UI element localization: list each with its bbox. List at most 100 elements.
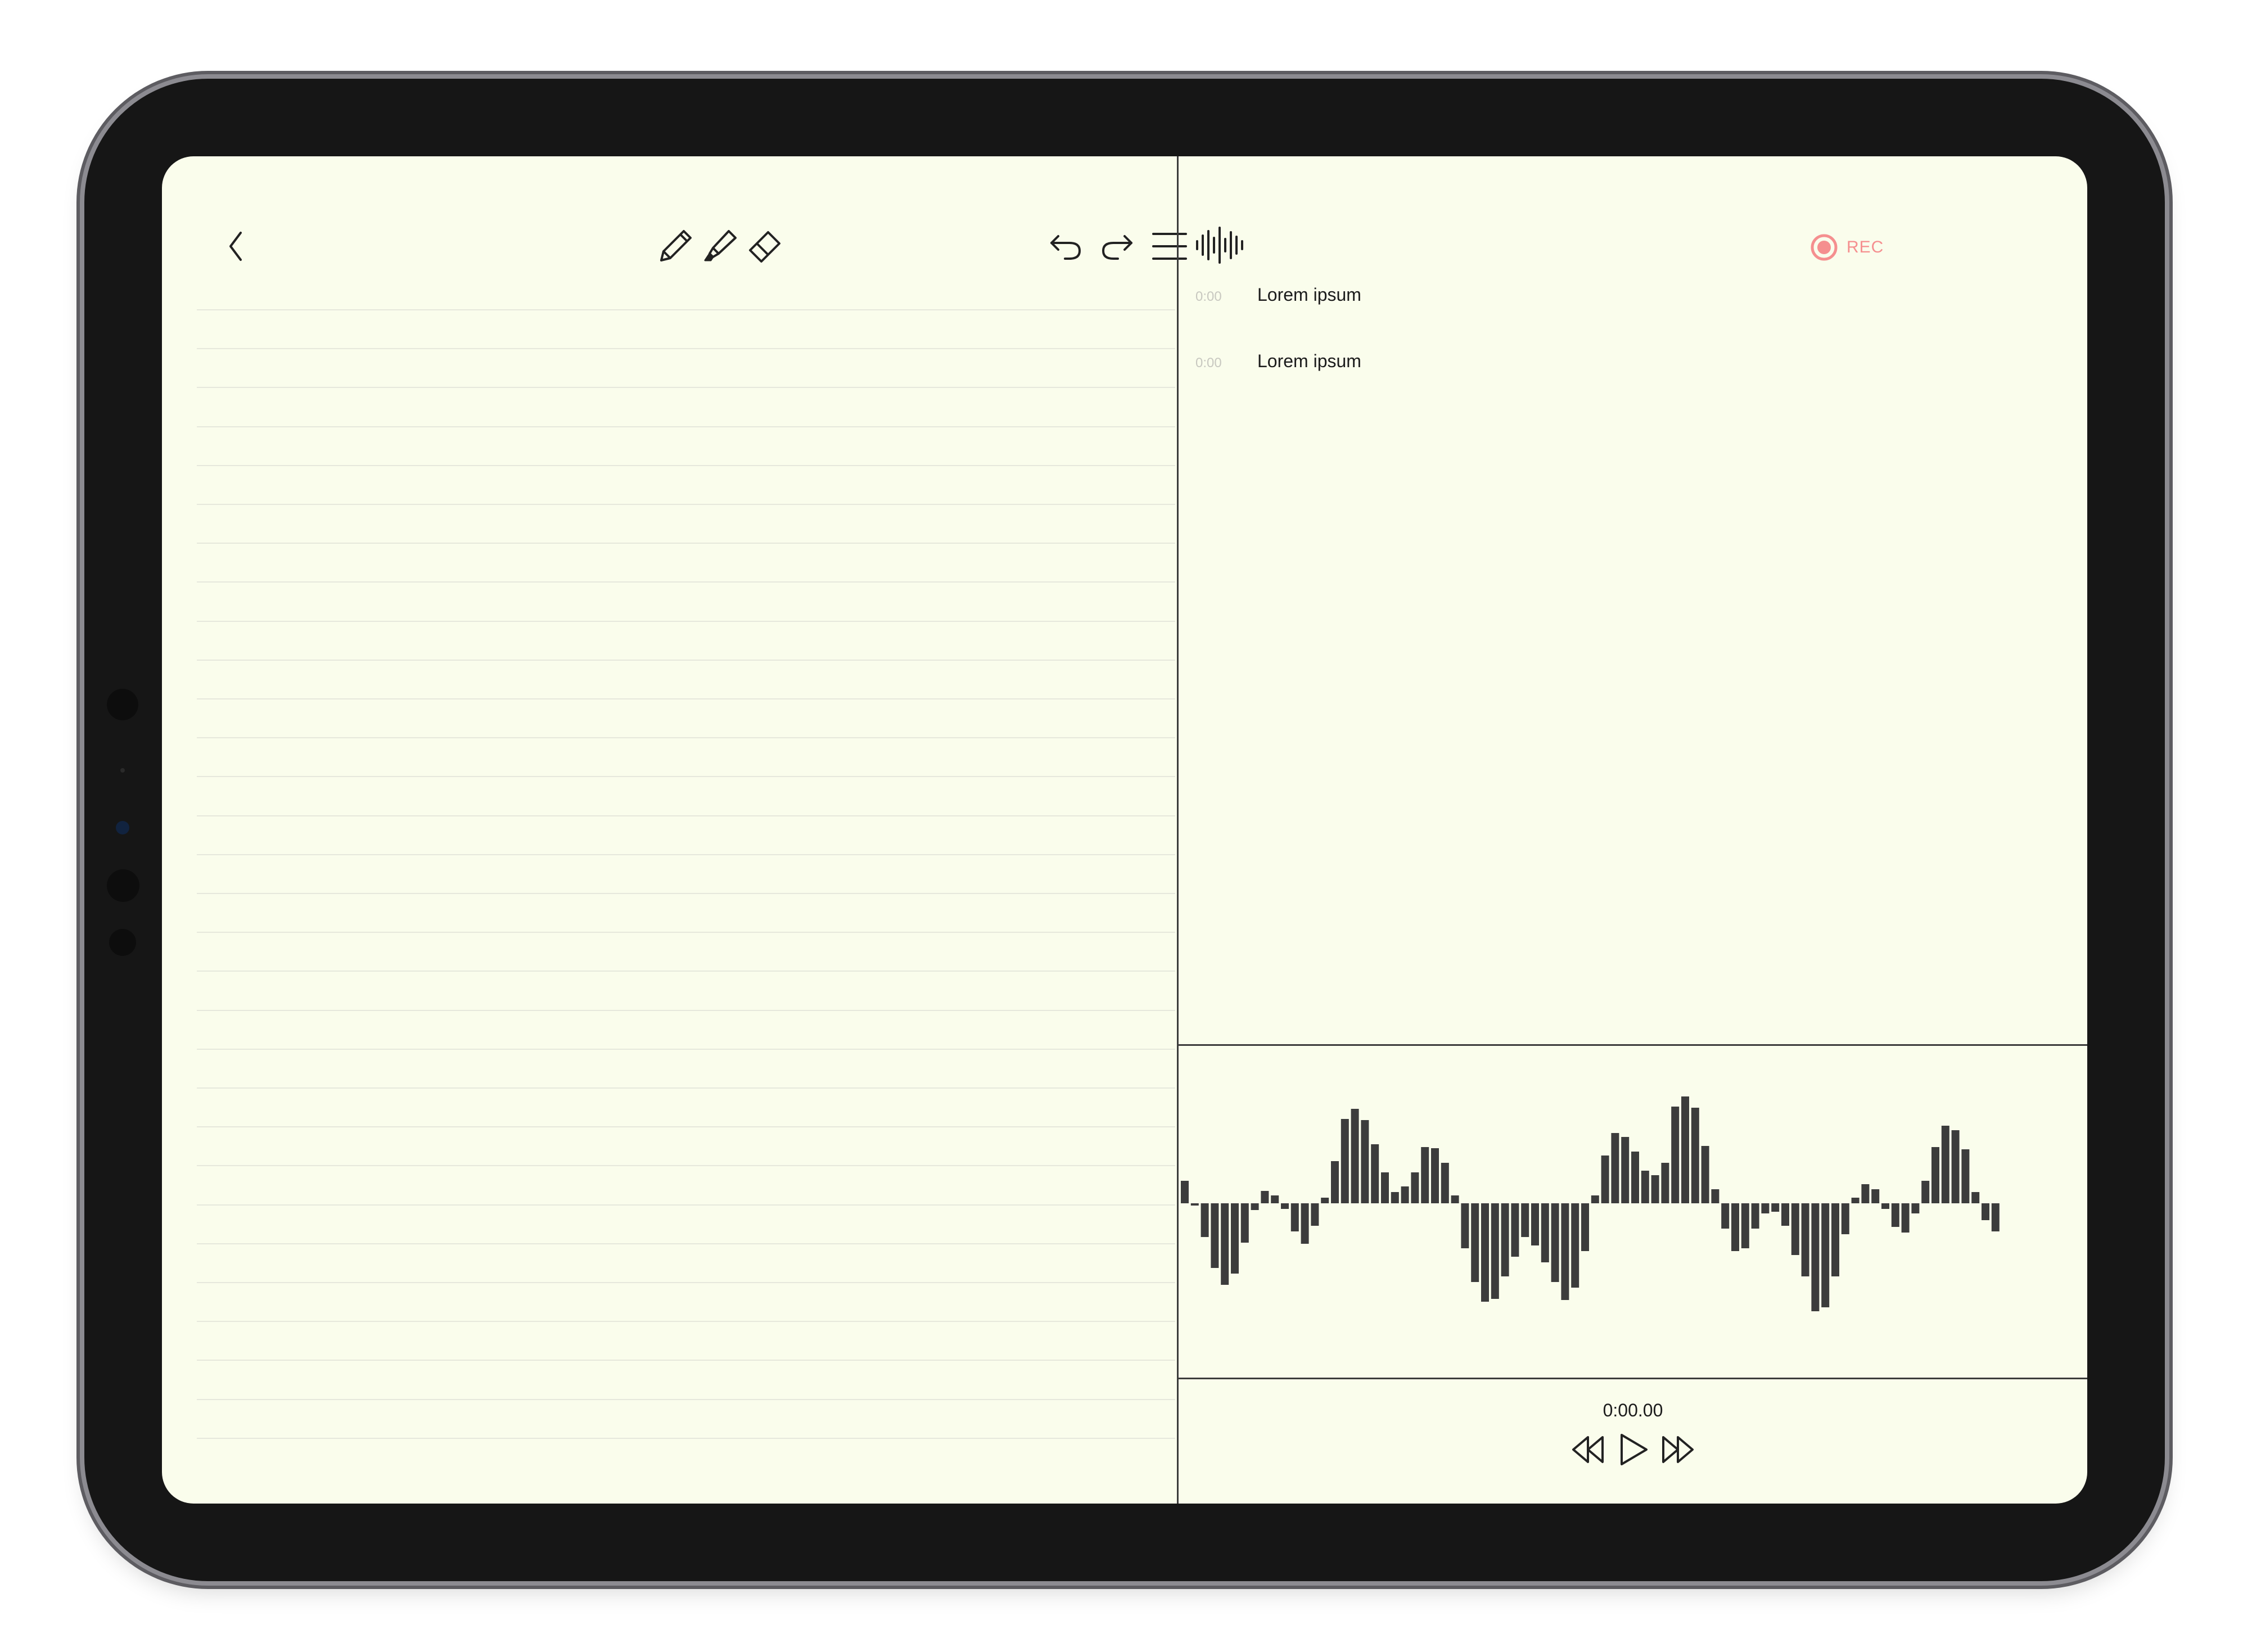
tablet-frame: REC 0:00 Lorem ipsum 0:00 Lorem ipsum 0:… [84, 79, 2165, 1581]
waveform-bar [1541, 1203, 1549, 1262]
ruled-line [197, 893, 1175, 894]
waveform-bar [1711, 1189, 1720, 1203]
waveform-bar [1481, 1203, 1489, 1302]
audio-pane: REC 0:00 Lorem ipsum 0:00 Lorem ipsum 0:… [1179, 156, 2087, 1504]
camera-lens [107, 689, 138, 720]
waveform-bar [1301, 1203, 1309, 1244]
record-label: REC [1847, 238, 1884, 256]
waveform-bar [1811, 1203, 1820, 1311]
waveform-bar [1531, 1203, 1539, 1245]
waveform-bar [1671, 1107, 1680, 1203]
pencil-tool-button[interactable] [655, 223, 696, 268]
waveform-bar [1861, 1184, 1870, 1203]
waveform-bar [1961, 1149, 1970, 1203]
eraser-tool-button[interactable] [744, 223, 786, 268]
eraser-icon [749, 231, 780, 263]
waveform-bar [1381, 1172, 1389, 1203]
waveform-bar [1611, 1133, 1619, 1203]
undo-icon [1050, 235, 1081, 260]
waveform-bar [1391, 1192, 1399, 1203]
waveform-bar [1421, 1147, 1429, 1203]
waveform-bar [1561, 1203, 1569, 1300]
transcript-text: Lorem ipsum [1257, 351, 1361, 371]
fast-forward-icon [1662, 1436, 1694, 1463]
app-screen: REC 0:00 Lorem ipsum 0:00 Lorem ipsum 0:… [162, 156, 2087, 1504]
waveform-bar [1521, 1203, 1529, 1237]
rewind-button[interactable] [1569, 1432, 1605, 1468]
sensor-dot [120, 768, 125, 773]
waveform-bar [1931, 1147, 1939, 1203]
waveform-bar [1401, 1186, 1409, 1203]
waveform-bar [1841, 1203, 1849, 1234]
undo-button[interactable] [1044, 226, 1087, 267]
waveform-bar [1751, 1203, 1759, 1229]
ruled-line [197, 737, 1175, 738]
waveform-bar [1911, 1203, 1920, 1213]
waveform-bar [1491, 1203, 1499, 1299]
record-button[interactable]: REC [1809, 233, 1884, 262]
ruled-line [197, 1360, 1175, 1361]
ruled-line [197, 426, 1175, 427]
waveform-toggle-button[interactable] [1194, 223, 1246, 268]
play-button[interactable] [1615, 1432, 1651, 1468]
waveform-bar [1311, 1203, 1319, 1226]
waveform-bar [1231, 1203, 1239, 1274]
ruled-line [197, 932, 1175, 933]
waveform-bar [1371, 1144, 1379, 1203]
waveform-bar [1731, 1203, 1739, 1251]
record-icon [1811, 234, 1838, 261]
waveform-bar [1761, 1203, 1770, 1213]
ruled-line [197, 1243, 1175, 1244]
ruled-line [197, 776, 1175, 777]
redo-button[interactable] [1095, 226, 1139, 267]
waveform-bar [1511, 1203, 1519, 1257]
waveform-bar [1321, 1198, 1329, 1203]
waveform-bar [1591, 1195, 1599, 1203]
waveform-bar [1351, 1109, 1359, 1203]
waveform-bar [1721, 1203, 1730, 1229]
note-pane [162, 156, 1187, 1504]
ruled-line [197, 1438, 1175, 1439]
ruled-line [197, 465, 1175, 466]
chevron-left-icon [229, 232, 242, 261]
waveform-bar [1651, 1175, 1659, 1203]
ruled-line [197, 971, 1175, 972]
fast-forward-button[interactable] [1661, 1432, 1697, 1468]
waveform-bar [1181, 1181, 1189, 1203]
audio-waveform[interactable] [1179, 1046, 2087, 1378]
waveform-bar [1581, 1203, 1589, 1251]
ruled-line [197, 1165, 1175, 1166]
transcript-item[interactable]: 0:00 Lorem ipsum [1195, 285, 1361, 305]
waveform-bar [1251, 1203, 1259, 1210]
highlighter-icon [704, 230, 737, 261]
back-button[interactable] [218, 224, 253, 269]
play-icon [1621, 1434, 1648, 1465]
waveform-bar [1261, 1191, 1269, 1203]
waveform-bar [1290, 1203, 1299, 1231]
waveform-bar [1991, 1203, 2000, 1231]
ruled-line [197, 504, 1175, 505]
transcript-item[interactable]: 0:00 Lorem ipsum [1195, 351, 1361, 372]
waveform-bar [1551, 1203, 1559, 1282]
waveform-bar [1240, 1203, 1249, 1243]
waveform-bar [1891, 1203, 1899, 1227]
waveform-bar [1601, 1156, 1609, 1203]
waveform-bar [1571, 1203, 1579, 1288]
waveform-bar [1621, 1137, 1630, 1203]
ruled-line [197, 621, 1175, 622]
highlighter-tool-button[interactable] [699, 223, 741, 268]
waveform-bar [1211, 1203, 1219, 1268]
ruled-line [197, 854, 1175, 855]
ruled-line [197, 1010, 1175, 1011]
ruled-line [197, 698, 1175, 699]
flash-lens [109, 929, 136, 956]
waveform-bar [1471, 1203, 1479, 1282]
waveform-bar [1801, 1203, 1809, 1276]
waveform-bar [1951, 1130, 1960, 1203]
ruled-line [197, 815, 1175, 816]
waveform-bar [1901, 1203, 1910, 1233]
waveform-bottom-divider [1179, 1378, 2087, 1379]
transcript-timestamp: 0:00 [1195, 355, 1222, 371]
waveform-bar [1361, 1120, 1369, 1203]
waveform-bar [1941, 1126, 1949, 1203]
